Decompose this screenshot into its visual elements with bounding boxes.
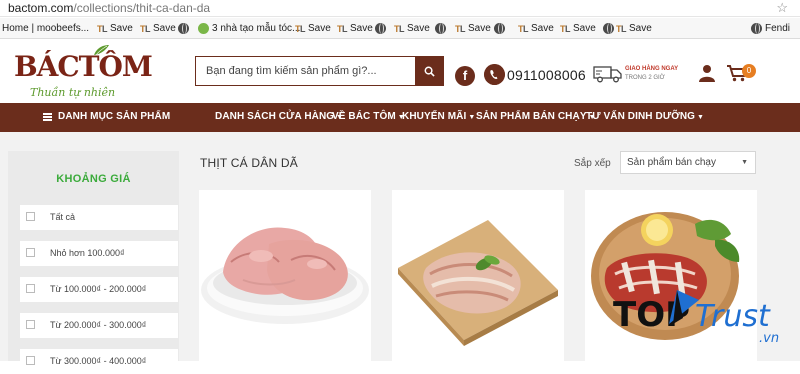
bookmark-item[interactable]: Home | moobeefs... [2,21,89,36]
nav-item-store-list[interactable]: DANH SÁCH CỬA HÀNG ▼ [215,111,343,122]
checkbox[interactable] [26,320,35,329]
globe-icon [375,23,386,34]
tl-icon: TL [616,23,627,34]
search-box [195,56,444,86]
chevron-down-icon: ▼ [697,114,705,121]
svg-text:.vn: .vn [759,331,779,344]
dropdown-arrow-icon: ▼ [741,159,748,166]
bookmark-item[interactable] [435,21,446,36]
phone-icon[interactable] [484,64,505,85]
checkbox[interactable] [26,212,35,221]
site-header: BÁCTÔM Thuần tự nhiên f 0911008006 GIAO … [0,40,800,103]
nav-item-about[interactable]: VỀ BÁC TÔM ▼ [332,111,405,122]
tl-icon: TL [394,23,405,34]
nav-item-promotions[interactable]: KHUYẾN MÃI ▼ [402,111,475,122]
price-filter-option[interactable]: Từ 100.000₫ - 200.000₫ [20,277,178,302]
bookmark-item[interactable] [178,21,189,36]
browser-address-bar[interactable]: bactom.com/collections/thit-ca-dan-da ☆ [0,0,800,17]
tl-icon: TL [455,23,466,34]
bookmark-item[interactable]: TL Save [560,21,596,36]
bookmark-item[interactable]: TL Save [455,21,491,36]
page-title: THỊT CÁ DÂN DÃ [200,156,298,170]
bookmark-item[interactable]: TL Save [337,21,373,36]
site-logo[interactable]: BÁCTÔM Thuần tự nhiên [14,45,154,102]
svg-text:Trust: Trust [695,299,771,334]
product-image[interactable] [392,190,564,361]
tl-icon: TL [295,23,306,34]
bookmark-star-icon[interactable]: ☆ [776,0,788,16]
tl-icon: TL [97,23,108,34]
tl-icon: TL [140,23,151,34]
bookmark-item[interactable]: 3 nhà tạo mẫu tóc... [198,21,300,36]
tl-icon: TL [337,23,348,34]
facebook-icon[interactable]: f [455,66,475,86]
category-menu-button[interactable]: DANH MỤC SẢN PHẨM [58,111,170,122]
bookmark-item[interactable]: TL Save [518,21,554,36]
globe-icon [494,23,505,34]
sort-label: Sắp xếp [574,158,611,169]
bookmark-item[interactable] [603,21,614,36]
price-filter-sidebar: KHOẢNG GIÁ Tất cả Nhỏ hơn 100.000₫ Từ 10… [8,151,179,374]
logo-tagline: Thuần tự nhiên [30,86,116,99]
globe-icon [751,23,762,34]
price-filter-option[interactable]: Từ 200.000₫ - 300.000₫ [20,313,178,338]
logo-wordmark: BÁCTÔM [14,50,153,83]
checkbox[interactable] [26,284,35,293]
bookmarks-bar: Home | moobeefs... TL Save TL Save 3 nhà tạo … [0,18,800,39]
globe-icon [603,23,614,34]
tl-icon: TL [518,23,529,34]
toptrust-logo: TOP Trust .vn [613,290,779,346]
hotline-number[interactable]: 0911008006 [507,67,586,83]
toptrust-watermark: TOP Trust .vn [611,284,791,346]
price-filter-option[interactable]: Từ 300.000₫ - 400.000₫ [20,349,178,374]
search-button[interactable] [415,57,443,85]
price-filter-title: KHOẢNG GIÁ [56,173,131,185]
url-text[interactable]: bactom.com/collections/thit-ca-dan-da [8,1,210,15]
bookmark-item[interactable] [494,21,505,36]
nav-item-nutrition[interactable]: TƯ VẤN DINH DƯỠNG ▼ [586,111,704,122]
bookmark-item[interactable]: TL Save [140,21,176,36]
tl-icon: TL [560,23,571,34]
bookmark-item[interactable]: TL Save [97,21,133,36]
globe-icon [178,23,189,34]
product-card[interactable] [199,190,371,361]
main-navigation: DANH MỤC SẢN PHẨM DANH SÁCH CỬA HÀNG ▼ VỀ… [0,103,800,132]
chevron-down-icon: ▼ [468,114,476,121]
price-filter-option[interactable]: Tất cả [20,205,178,230]
leaf-icon [198,23,209,34]
bookmark-item[interactable]: TL Save [295,21,331,36]
price-filter-option[interactable]: Nhỏ hơn 100.000₫ [20,241,178,266]
product-card[interactable] [392,190,564,361]
checkbox[interactable] [26,248,35,257]
sort-select[interactable]: Sản phẩm bán chạy ▼ [620,151,756,174]
bookmark-item[interactable] [375,21,386,36]
search-input[interactable] [196,57,415,85]
delivery-truck-icon [593,66,622,83]
bookmark-item[interactable]: TL Save [394,21,430,36]
globe-icon [435,23,446,34]
nav-item-bestsellers[interactable]: SẢN PHẨM BÁN CHẠY ▼ [476,111,596,122]
product-image[interactable] [199,190,371,361]
cart-count-badge: 0 [742,64,756,78]
shipping-promo: GIAO HÀNG NGAY TRONG 2 GIỜ [625,66,679,81]
search-icon [424,66,435,77]
hamburger-menu-icon[interactable] [43,113,52,121]
bookmark-item[interactable]: TL Save [616,21,652,36]
bookmark-item[interactable]: Fendi [751,21,790,36]
user-account-icon[interactable] [698,64,716,82]
